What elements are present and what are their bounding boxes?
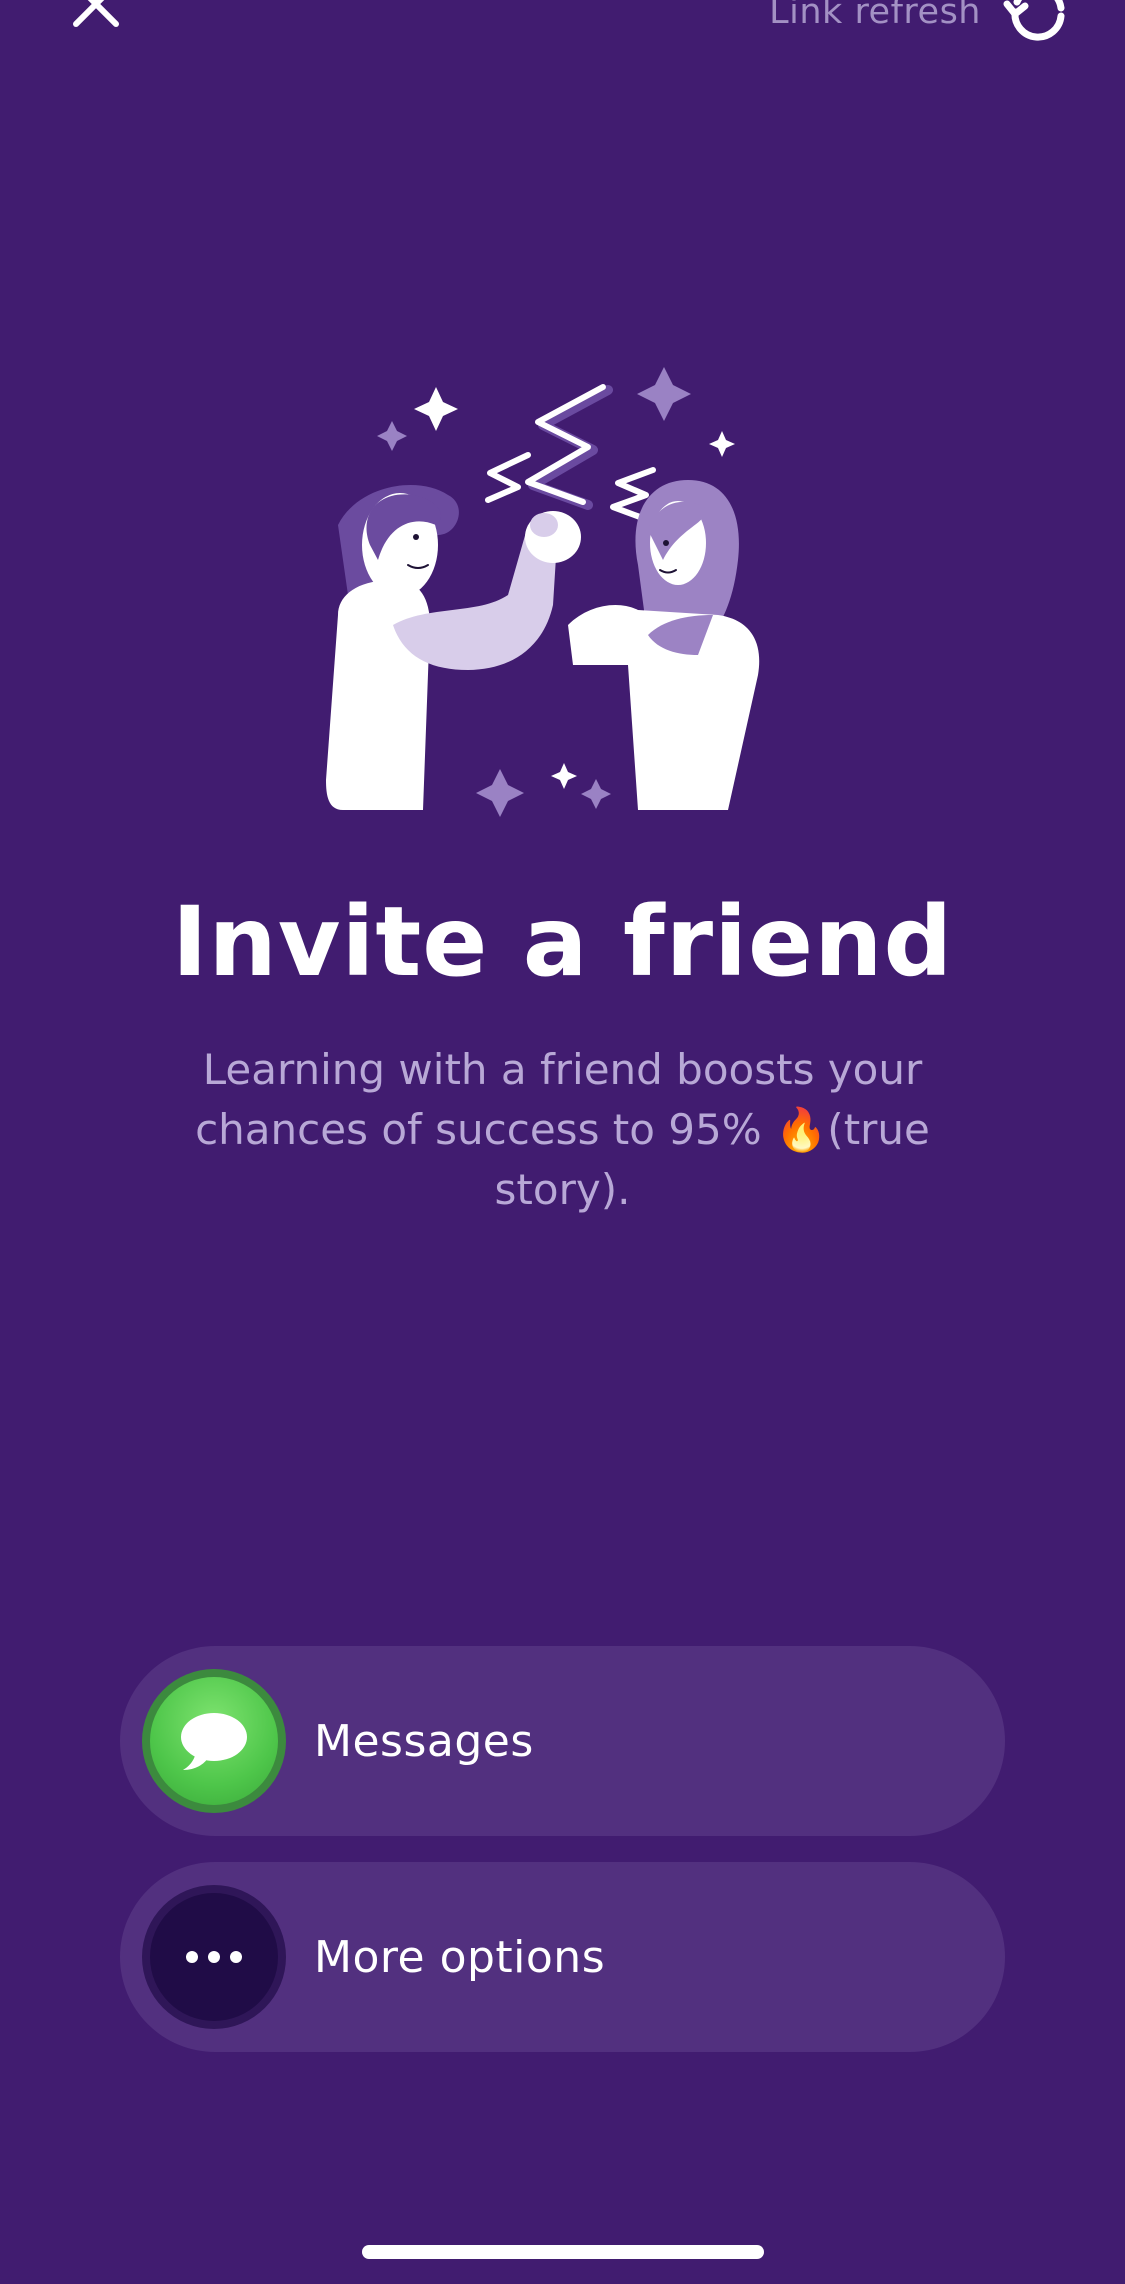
- arm-wrestling-illustration: [326, 367, 760, 817]
- link-refresh-button[interactable]: Link refresh: [769, 0, 1073, 42]
- share-messages-label: Messages: [314, 1715, 534, 1767]
- invite-friend-screen: Link refresh Invite a friend Learning wi…: [0, 0, 1125, 2284]
- speech-bubble-icon: [181, 1713, 247, 1770]
- messages-app-icon: [142, 1669, 286, 1813]
- page-subtitle: Learning with a friend boosts your chanc…: [195, 1045, 930, 1214]
- link-refresh-label: Link refresh: [769, 0, 981, 32]
- close-button[interactable]: [66, 0, 126, 34]
- more-options-icon: [142, 1885, 286, 2029]
- close-icon: [73, 0, 119, 27]
- refresh-icon: [1003, 0, 1065, 41]
- share-messages-button[interactable]: Messages: [120, 1646, 1005, 1836]
- more-options-label: More options: [314, 1931, 606, 1983]
- home-indicator[interactable]: [362, 2245, 764, 2259]
- more-options-button[interactable]: More options: [120, 1862, 1005, 2052]
- page-title: Invite a friend: [171, 886, 954, 998]
